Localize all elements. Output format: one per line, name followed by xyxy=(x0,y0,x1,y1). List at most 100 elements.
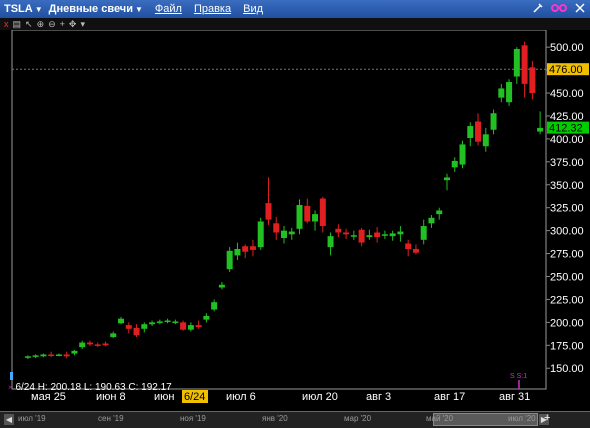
candle-body xyxy=(242,246,249,252)
symbol-dropdown-icon[interactable]: ▼ xyxy=(35,5,43,14)
nav-label: июл '19 xyxy=(18,414,46,423)
menu-view[interactable]: Вид xyxy=(243,3,263,15)
candle-body xyxy=(537,127,544,132)
candle-body xyxy=(172,321,179,323)
ohlc-readout: × 6/24 H: 200.18 L: 190.63 C: 192.17 xyxy=(8,382,172,393)
nav-label: ноя '19 xyxy=(180,414,206,423)
expand-icon[interactable]: + xyxy=(544,412,550,424)
candle-body xyxy=(125,325,132,329)
candle-body xyxy=(55,354,62,356)
event-marker-label: S S:1 xyxy=(510,373,527,380)
chart-type-dropdown-icon[interactable]: ▼ xyxy=(135,5,143,14)
scroll-left-icon[interactable]: ◀ xyxy=(4,414,14,425)
x-tick-label: авг 17 xyxy=(434,391,465,403)
zoom-in-icon[interactable]: ⊕ xyxy=(37,19,45,30)
candle-body xyxy=(149,322,156,325)
candle-body xyxy=(358,229,365,243)
candle-body xyxy=(86,342,93,345)
candle-body xyxy=(48,354,55,356)
candle-body xyxy=(335,228,342,233)
candle-body xyxy=(195,325,202,327)
x-tick-label: 6/24 xyxy=(184,391,205,403)
x-tick-label: авг 31 xyxy=(499,391,530,403)
menu-edit[interactable]: Правка xyxy=(194,3,231,15)
candle-body xyxy=(273,223,280,233)
y-tick-label: 300.00 xyxy=(550,226,584,238)
nav-label: мар '20 xyxy=(344,414,372,423)
candle-body xyxy=(296,204,303,229)
crosshair-price-label: 476.00 xyxy=(549,64,583,76)
candle-body xyxy=(521,45,528,84)
candle-body xyxy=(133,327,140,336)
pan-icon[interactable]: ✥ xyxy=(69,19,77,30)
candle-body xyxy=(428,217,435,224)
x-tick-label: июл 20 xyxy=(302,391,338,403)
zoom-out-icon[interactable]: ⊖ xyxy=(48,19,56,30)
candle-body xyxy=(164,320,171,323)
candle-body xyxy=(436,210,443,215)
candle-body xyxy=(451,160,458,168)
crosshair-icon[interactable]: + xyxy=(60,19,65,29)
candle-body xyxy=(180,322,187,330)
y-tick-label: 425.00 xyxy=(550,111,584,123)
navigator-bar[interactable]: ◀ ▶ + июл '19 сен '19 ноя '19 янв '20 ма… xyxy=(0,411,590,428)
candle-body xyxy=(443,177,450,181)
candle-body xyxy=(490,113,497,130)
readout-close: C: 192.17 xyxy=(128,382,172,393)
y-tick-label: 350.00 xyxy=(550,180,584,192)
candle-body xyxy=(529,67,536,94)
candle-body xyxy=(482,134,489,147)
candle-body xyxy=(281,230,287,238)
cursor-icon[interactable]: ↖ xyxy=(25,19,33,30)
candle-body xyxy=(32,355,39,357)
x-tick-label: авг 3 xyxy=(366,391,391,403)
price-chart[interactable]: 150.00 175.00 200.00 225.00 250.00 275.00 300.… xyxy=(0,30,590,411)
candle-body xyxy=(156,321,163,323)
candle-body xyxy=(141,324,148,329)
table-icon[interactable]: ▤ xyxy=(13,19,22,30)
readout-date: 6/24 xyxy=(15,382,35,393)
candle-body xyxy=(218,284,225,288)
symbol-selector[interactable]: TSLA xyxy=(4,3,33,15)
candle-body xyxy=(397,231,404,235)
menu-file[interactable]: Файл xyxy=(155,3,182,15)
candle-body xyxy=(187,325,194,330)
chart-toolbar: x ▤ ↖ ⊕ ⊖ + ✥ ▾ xyxy=(0,18,590,30)
candle-body xyxy=(327,236,334,248)
candle-body xyxy=(79,342,86,348)
nav-label: янв '20 xyxy=(262,414,288,423)
plot-area xyxy=(11,30,547,390)
y-tick-label: 400.00 xyxy=(550,134,584,146)
candle-body xyxy=(498,88,505,98)
candle-body xyxy=(343,232,350,235)
nav-label: июл '20 xyxy=(508,414,536,423)
close-icon[interactable] xyxy=(574,2,586,14)
wrench-icon[interactable] xyxy=(532,2,544,14)
candle-body xyxy=(234,248,241,256)
candle-body xyxy=(319,198,326,227)
candle-body xyxy=(304,205,311,222)
link-icon[interactable] xyxy=(550,2,568,14)
candle-body xyxy=(40,354,47,357)
candle-body xyxy=(374,232,381,238)
close-chart-icon[interactable]: x xyxy=(4,19,9,29)
y-tick-label: 250.00 xyxy=(550,272,584,284)
nav-label: сен '19 xyxy=(98,414,124,423)
candle-body xyxy=(71,350,78,354)
compare-icon[interactable]: ▾ xyxy=(80,19,85,30)
candle-body xyxy=(203,315,210,320)
candle-body xyxy=(506,82,513,103)
candle-body xyxy=(63,354,70,357)
chart-type-selector[interactable]: Дневные свечи xyxy=(49,3,133,15)
candle-body xyxy=(24,356,31,358)
candle-body xyxy=(102,343,109,346)
candle-body xyxy=(118,318,125,324)
candle-body xyxy=(467,126,474,138)
candle-body xyxy=(211,302,218,310)
close-readout-icon[interactable]: × xyxy=(8,383,13,392)
candle-body xyxy=(513,49,520,77)
candle-body xyxy=(288,231,295,235)
y-tick-label: 225.00 xyxy=(550,294,584,306)
title-bar: TSLA ▼ Дневные свечи ▼ Файл Правка Вид xyxy=(0,0,590,18)
candle-body xyxy=(265,203,272,220)
